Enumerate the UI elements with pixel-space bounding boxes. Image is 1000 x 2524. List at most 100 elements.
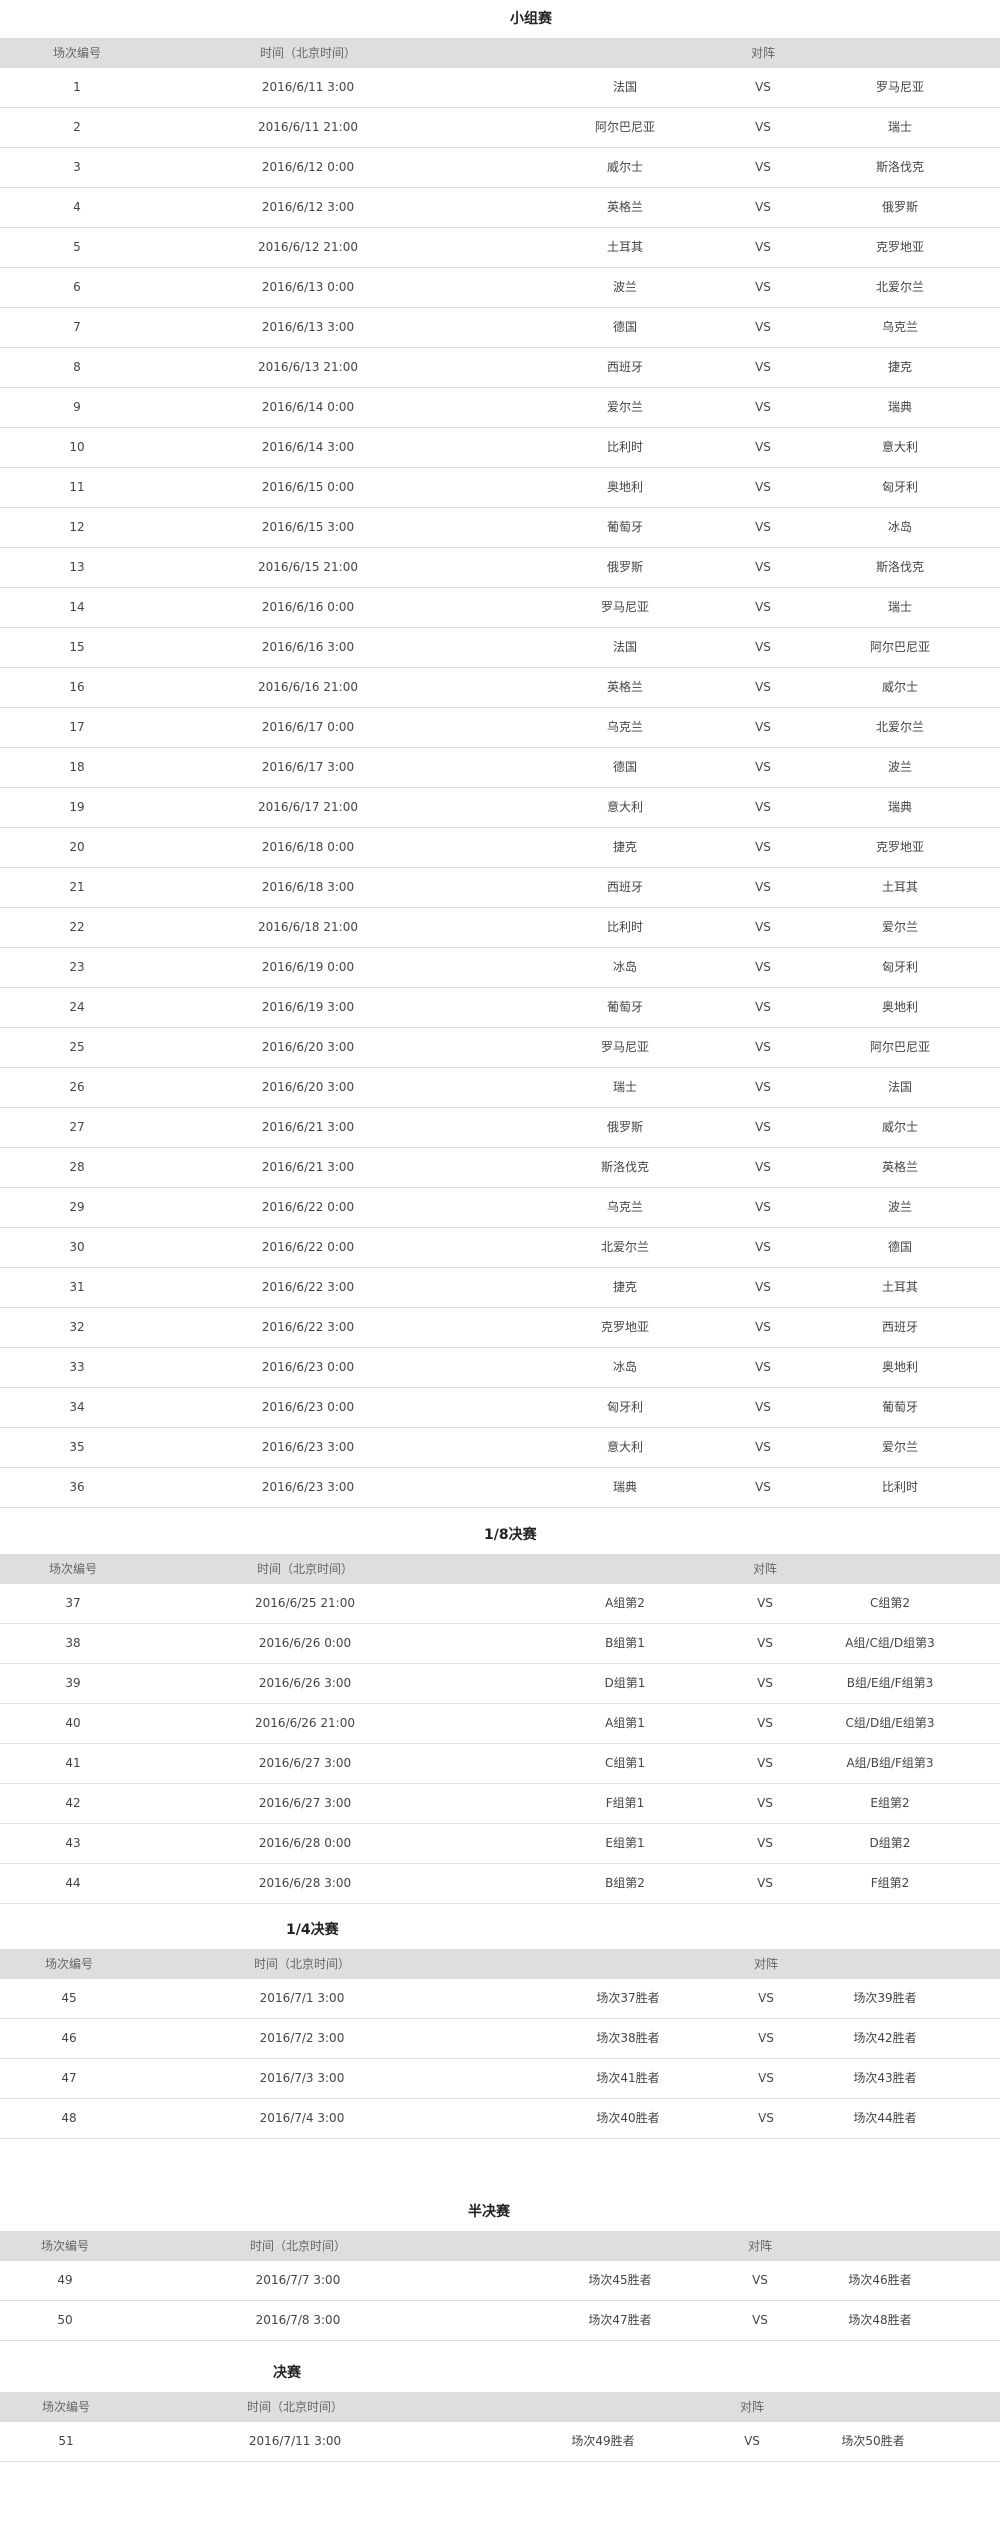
match-number: 28 [69, 1160, 85, 1174]
section-title: 半决赛 [468, 2204, 510, 2220]
match-time: 2016/6/12 3:00 [261, 200, 355, 214]
away-team: C组第2 [869, 1596, 911, 1610]
match-number: 1 [73, 80, 81, 94]
vs-label: VS [744, 2434, 760, 2448]
home-team: 比利时 [606, 920, 644, 934]
vs-label: VS [757, 1676, 773, 1690]
section-group: 小组赛 场次编号 时间（北京时间） 对阵 1 2016/6/11 3:00 法国 VS 罗马尼亚… [0, 0, 1000, 1508]
match-number: 32 [69, 1320, 85, 1334]
header-time: 时间（北京时间） [256, 1562, 354, 1576]
home-team: 威尔士 [606, 160, 644, 174]
match-number: 14 [69, 600, 85, 614]
vs-label: VS [755, 880, 771, 894]
vs-label: VS [755, 1360, 771, 1374]
match-number: 49 [57, 2273, 73, 2287]
table-row: 43 2016/6/28 0:00 E组第1 VS D组第2 [0, 1824, 1000, 1864]
home-team: 冰岛 [612, 1360, 638, 1374]
vs-label: VS [755, 280, 771, 294]
header-time: 时间（北京时间） [253, 1957, 351, 1971]
vs-label: VS [757, 1596, 773, 1610]
section-final: 决赛 场次编号 时间（北京时间） 对阵 51 2016/7/11 3:00 场次49胜者 VS… [0, 2354, 1000, 2462]
away-team: 波兰 [887, 1200, 913, 1214]
home-team: 瑞典 [612, 1480, 638, 1494]
away-team: C组/D组/E组第3 [845, 1716, 935, 1730]
match-number: 27 [69, 1120, 85, 1134]
away-team: 土耳其 [881, 880, 919, 894]
match-number: 12 [69, 520, 85, 534]
vs-label: VS [755, 560, 771, 574]
vs-label: VS [757, 1836, 773, 1850]
vs-label: VS [758, 1991, 774, 2005]
home-team: 德国 [612, 320, 638, 334]
home-team: B组第1 [605, 1636, 645, 1650]
match-number: 13 [69, 560, 85, 574]
vs-label: VS [755, 1080, 771, 1094]
match-time: 2016/6/20 3:00 [261, 1040, 355, 1054]
match-number: 35 [69, 1440, 85, 1454]
away-team: 比利时 [881, 1480, 919, 1494]
table-row: 2 2016/6/11 21:00 阿尔巴尼亚 VS 瑞士 [0, 108, 1000, 148]
table-row: 33 2016/6/23 0:00 冰岛 VS 奥地利 [0, 1348, 1000, 1388]
match-time: 2016/6/16 21:00 [258, 680, 358, 694]
section-sf: 半决赛 场次编号 时间（北京时间） 对阵 49 2016/7/7 3:00 场次45胜者 VS… [0, 2193, 1000, 2341]
match-time: 2016/6/26 21:00 [255, 1716, 355, 1730]
match-number: 18 [69, 760, 85, 774]
match-number: 46 [61, 2031, 77, 2045]
away-team: 瑞典 [887, 800, 913, 814]
home-team: 意大利 [606, 800, 644, 814]
away-team: 土耳其 [881, 1280, 919, 1294]
home-team: 场次47胜者 [588, 2313, 652, 2327]
home-team: 场次38胜者 [596, 2031, 660, 2045]
vs-label: VS [755, 720, 771, 734]
away-team: 瑞士 [887, 600, 913, 614]
table-row: 39 2016/6/26 3:00 D组第1 VS B组/E组/F组第3 [0, 1664, 1000, 1704]
header-num: 场次编号 [41, 2400, 91, 2414]
home-team: 俄罗斯 [606, 1120, 644, 1134]
away-team: 场次46胜者 [848, 2273, 912, 2287]
match-number: 8 [73, 360, 81, 374]
match-time: 2016/7/4 3:00 [259, 2111, 345, 2125]
away-team: 阿尔巴尼亚 [869, 640, 931, 654]
table-row: 34 2016/6/23 0:00 匈牙利 VS 葡萄牙 [0, 1388, 1000, 1428]
table-row: 29 2016/6/22 0:00 乌克兰 VS 波兰 [0, 1188, 1000, 1228]
vs-label: VS [755, 320, 771, 334]
match-time: 2016/6/28 3:00 [258, 1876, 352, 1890]
header-match: 对阵 [747, 2239, 773, 2253]
match-time: 2016/6/17 0:00 [261, 720, 355, 734]
match-number: 23 [69, 960, 85, 974]
table-row: 27 2016/6/21 3:00 俄罗斯 VS 威尔士 [0, 1108, 1000, 1148]
home-team: 西班牙 [606, 880, 644, 894]
match-time: 2016/6/20 3:00 [261, 1080, 355, 1094]
match-time: 2016/6/15 0:00 [261, 480, 355, 494]
away-team: 捷克 [887, 360, 913, 374]
table-row: 8 2016/6/13 21:00 西班牙 VS 捷克 [0, 348, 1000, 388]
section-title: 决赛 [273, 2365, 301, 2381]
match-time: 2016/7/8 3:00 [255, 2313, 341, 2327]
home-team: 奥地利 [606, 480, 644, 494]
home-team: 场次49胜者 [571, 2434, 635, 2448]
match-number: 21 [69, 880, 85, 894]
home-team: 北爱尔兰 [600, 1240, 650, 1254]
away-team: 意大利 [881, 440, 919, 454]
match-time: 2016/6/19 0:00 [261, 960, 355, 974]
match-time: 2016/6/16 0:00 [261, 600, 355, 614]
away-team: 斯洛伐克 [875, 160, 925, 174]
away-team: 罗马尼亚 [875, 80, 925, 94]
match-number: 38 [65, 1636, 81, 1650]
match-time: 2016/6/22 3:00 [261, 1280, 355, 1294]
match-number: 4 [73, 200, 81, 214]
header-time: 时间（北京时间） [246, 2400, 344, 2414]
table-row: 26 2016/6/20 3:00 瑞士 VS 法国 [0, 1068, 1000, 1108]
match-time: 2016/6/21 3:00 [261, 1160, 355, 1174]
table-row: 45 2016/7/1 3:00 场次37胜者 VS 场次39胜者 [0, 1979, 1000, 2019]
away-team: 匈牙利 [881, 480, 919, 494]
match-number: 2 [73, 120, 81, 134]
away-team: 场次43胜者 [853, 2071, 917, 2085]
match-number: 31 [69, 1280, 85, 1294]
vs-label: VS [755, 520, 771, 534]
home-team: B组第2 [605, 1876, 645, 1890]
match-time: 2016/7/1 3:00 [259, 1991, 345, 2005]
vs-label: VS [755, 960, 771, 974]
table-row: 32 2016/6/22 3:00 克罗地亚 VS 西班牙 [0, 1308, 1000, 1348]
header-num: 场次编号 [52, 46, 102, 60]
